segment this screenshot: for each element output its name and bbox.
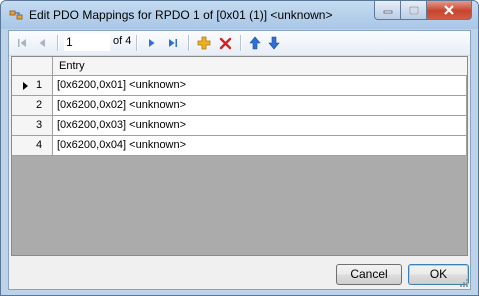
delete-button[interactable] (216, 34, 234, 52)
row-header[interactable]: 4 (12, 136, 53, 156)
binding-navigator-toolbar: of 4 (9, 31, 470, 56)
grid-corner-header[interactable] (12, 57, 53, 76)
table-row[interactable]: 2 [0x6200,0x02] <unknown> (12, 96, 467, 116)
dialog-client-area: of 4 Entry (8, 30, 471, 290)
move-down-icon (268, 36, 280, 50)
row-header[interactable]: 1 (12, 76, 53, 96)
window-title: Edit PDO Mappings for RPDO 1 of [0x01 (1… (29, 8, 333, 22)
caption-buttons (374, 1, 472, 21)
add-new-button[interactable] (195, 34, 213, 52)
add-new-icon (197, 36, 211, 50)
move-previous-icon (39, 39, 45, 47)
app-icon (9, 10, 23, 20)
count-label: of 4 (113, 35, 132, 47)
maximize-icon (408, 5, 419, 15)
resize-grip-icon[interactable] (459, 278, 469, 288)
row-number: 1 (36, 79, 43, 91)
title-bar[interactable]: Edit PDO Mappings for RPDO 1 of [0x01 (1… (1, 1, 478, 29)
table-row[interactable]: 3 [0x6200,0x03] <unknown> (12, 116, 467, 136)
current-row-indicator-icon (23, 82, 28, 90)
move-first-button[interactable] (13, 34, 31, 52)
close-icon (444, 5, 454, 15)
column-header-entry[interactable]: Entry (53, 57, 467, 76)
row-header[interactable]: 3 (12, 116, 53, 136)
row-number: 4 (36, 139, 43, 151)
move-next-button[interactable] (143, 34, 161, 52)
toolbar-separator (57, 35, 59, 51)
delete-icon (219, 37, 231, 49)
cancel-button[interactable]: Cancel (336, 264, 402, 285)
entry-cell[interactable]: [0x6200,0x04] <unknown> (53, 136, 467, 156)
toolbar-separator (136, 35, 138, 51)
mapping-grid[interactable]: Entry 1 [0x6200,0x01] <unknown> 2 [0x620… (11, 56, 468, 256)
move-up-icon (249, 36, 261, 50)
close-button[interactable] (427, 1, 472, 20)
move-last-icon (169, 39, 177, 47)
move-up-button[interactable] (246, 34, 264, 52)
entry-cell[interactable]: [0x6200,0x01] <unknown> (53, 76, 467, 96)
minimize-button[interactable] (374, 1, 401, 20)
entry-cell[interactable]: [0x6200,0x03] <unknown> (53, 116, 467, 136)
move-first-icon (18, 39, 26, 47)
dialog-window: Edit PDO Mappings for RPDO 1 of [0x01 (1… (0, 0, 479, 296)
move-down-button[interactable] (265, 34, 283, 52)
toolbar-separator (188, 35, 190, 51)
table-row[interactable]: 1 [0x6200,0x01] <unknown> (12, 76, 467, 96)
move-next-icon (149, 39, 155, 47)
minimize-icon (383, 10, 392, 14)
move-last-button[interactable] (164, 34, 182, 52)
row-header[interactable]: 2 (12, 96, 53, 116)
entry-cell[interactable]: [0x6200,0x02] <unknown> (53, 96, 467, 116)
row-number: 2 (36, 99, 43, 111)
row-number: 3 (36, 119, 43, 131)
table-row[interactable]: 4 [0x6200,0x04] <unknown> (12, 136, 467, 156)
maximize-button[interactable] (401, 1, 427, 20)
move-previous-button[interactable] (33, 34, 51, 52)
toolbar-separator (240, 35, 242, 51)
position-input[interactable] (64, 34, 110, 51)
